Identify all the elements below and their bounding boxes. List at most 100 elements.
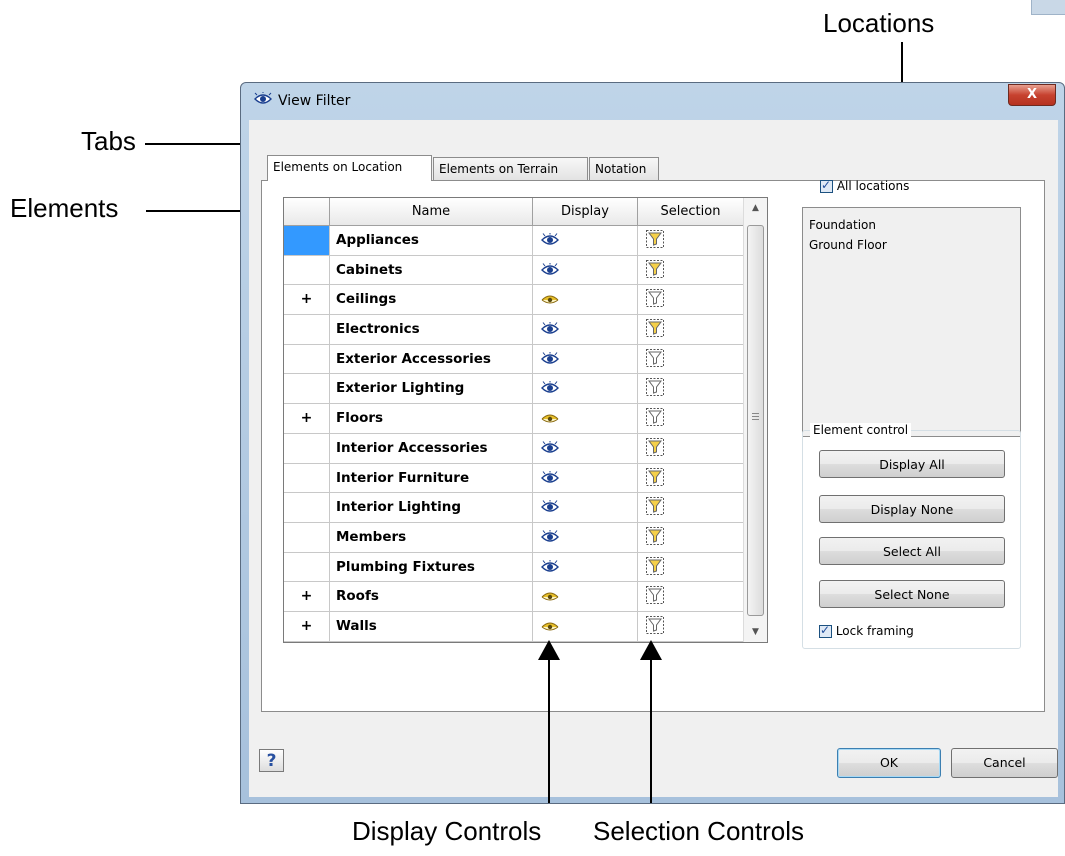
list-item[interactable]: Ground Floor bbox=[809, 235, 1014, 255]
selection-toggle[interactable] bbox=[638, 493, 744, 523]
checkbox-checked-icon[interactable] bbox=[819, 623, 832, 638]
display-toggle[interactable] bbox=[533, 463, 638, 494]
row-selector[interactable] bbox=[284, 522, 330, 553]
table-row[interactable]: Interior Lighting bbox=[284, 493, 744, 523]
expand-icon[interactable]: + bbox=[284, 582, 330, 612]
selection-toggle[interactable] bbox=[638, 374, 744, 405]
list-item[interactable]: Foundation bbox=[809, 215, 1014, 235]
row-selector[interactable] bbox=[284, 255, 330, 286]
display-toggle[interactable] bbox=[533, 552, 638, 583]
display-toggle[interactable] bbox=[533, 285, 638, 316]
display-toggle[interactable] bbox=[533, 226, 638, 256]
tab-elements-on-location[interactable]: Elements on Location bbox=[267, 155, 432, 181]
filter-on-icon[interactable] bbox=[646, 230, 664, 248]
cancel-button[interactable]: Cancel bbox=[951, 748, 1058, 778]
expand-icon[interactable]: + bbox=[284, 285, 330, 316]
selection-toggle[interactable] bbox=[638, 255, 744, 286]
row-selector[interactable] bbox=[284, 226, 330, 256]
table-row[interactable]: Interior Accessories bbox=[284, 433, 744, 464]
table-row[interactable]: + Ceilings bbox=[284, 285, 744, 316]
display-toggle[interactable] bbox=[533, 493, 638, 523]
table-row[interactable]: Plumbing Fixtures bbox=[284, 552, 744, 583]
locations-list[interactable]: Foundation Ground Floor bbox=[802, 207, 1021, 437]
display-all-button[interactable]: Display All bbox=[819, 450, 1005, 478]
display-toggle[interactable] bbox=[533, 611, 638, 642]
eye-icon[interactable] bbox=[541, 436, 559, 453]
selection-toggle[interactable] bbox=[638, 552, 744, 583]
eye-icon[interactable] bbox=[541, 258, 559, 275]
selection-toggle[interactable] bbox=[638, 404, 744, 434]
filter-off-icon[interactable] bbox=[646, 289, 664, 308]
eye-partial-icon[interactable] bbox=[541, 614, 559, 631]
close-button[interactable]: X bbox=[1008, 84, 1056, 106]
scroll-down-icon[interactable]: ▼ bbox=[744, 622, 767, 642]
filter-off-icon[interactable] bbox=[646, 586, 664, 605]
filter-on-icon[interactable] bbox=[646, 259, 664, 278]
all-locations-checkbox[interactable]: All locations bbox=[820, 178, 909, 193]
help-button[interactable]: ? bbox=[259, 749, 284, 772]
eye-icon[interactable] bbox=[541, 317, 559, 334]
filter-on-icon[interactable] bbox=[646, 319, 664, 338]
filter-off-icon[interactable] bbox=[646, 615, 664, 634]
eye-icon[interactable] bbox=[541, 347, 559, 364]
expand-icon[interactable]: + bbox=[284, 404, 330, 434]
eye-icon[interactable] bbox=[541, 555, 559, 572]
table-row[interactable]: + Floors bbox=[284, 404, 744, 434]
eye-partial-icon[interactable] bbox=[541, 584, 559, 601]
selection-toggle[interactable] bbox=[638, 344, 744, 375]
checkbox-checked-icon[interactable] bbox=[820, 178, 833, 193]
filter-on-icon[interactable] bbox=[646, 556, 664, 575]
display-toggle[interactable] bbox=[533, 344, 638, 375]
table-row[interactable]: Cabinets bbox=[284, 255, 744, 286]
eye-icon[interactable] bbox=[541, 525, 559, 542]
selection-toggle[interactable] bbox=[638, 611, 744, 642]
display-none-button[interactable]: Display None bbox=[819, 495, 1005, 523]
display-toggle[interactable] bbox=[533, 433, 638, 464]
filter-off-icon[interactable] bbox=[646, 378, 664, 397]
row-selector[interactable] bbox=[284, 552, 330, 583]
table-row[interactable]: + Roofs bbox=[284, 582, 744, 612]
display-toggle[interactable] bbox=[533, 404, 638, 434]
header-selection[interactable]: Selection bbox=[638, 198, 744, 226]
table-row[interactable]: Electronics bbox=[284, 315, 744, 345]
eye-partial-icon[interactable] bbox=[541, 406, 559, 423]
selection-toggle[interactable] bbox=[638, 315, 744, 345]
display-toggle[interactable] bbox=[533, 522, 638, 553]
table-row[interactable]: + Walls bbox=[284, 611, 744, 642]
row-selector[interactable] bbox=[284, 315, 330, 345]
eye-icon[interactable] bbox=[541, 376, 559, 394]
filter-on-icon[interactable] bbox=[646, 497, 664, 516]
display-toggle[interactable] bbox=[533, 374, 638, 405]
eye-icon[interactable] bbox=[541, 495, 559, 512]
header-display[interactable]: Display bbox=[533, 198, 638, 226]
filter-off-icon[interactable] bbox=[646, 348, 664, 367]
row-selector[interactable] bbox=[284, 433, 330, 464]
table-row[interactable]: Members bbox=[284, 522, 744, 553]
expand-icon[interactable]: + bbox=[284, 611, 330, 642]
table-row[interactable]: Interior Furniture bbox=[284, 463, 744, 494]
ok-button[interactable]: OK bbox=[837, 748, 941, 778]
eye-icon[interactable] bbox=[541, 466, 559, 483]
row-selector[interactable] bbox=[284, 374, 330, 405]
row-selector[interactable] bbox=[284, 463, 330, 494]
display-toggle[interactable] bbox=[533, 582, 638, 612]
table-row[interactable]: Exterior Accessories bbox=[284, 344, 744, 375]
row-selector[interactable] bbox=[284, 344, 330, 375]
scroll-thumb[interactable] bbox=[747, 225, 764, 616]
selection-toggle[interactable] bbox=[638, 463, 744, 494]
filter-on-icon[interactable] bbox=[646, 526, 664, 545]
table-row[interactable]: Appliances bbox=[284, 226, 744, 256]
lock-framing-checkbox[interactable]: Lock framing bbox=[819, 623, 914, 638]
tab-notation[interactable]: Notation bbox=[589, 157, 659, 180]
filter-on-icon[interactable] bbox=[646, 437, 664, 456]
selection-toggle[interactable] bbox=[638, 433, 744, 464]
select-none-button[interactable]: Select None bbox=[819, 580, 1005, 608]
table-row[interactable]: Exterior Lighting bbox=[284, 374, 744, 405]
tab-elements-on-terrain[interactable]: Elements on Terrain bbox=[433, 157, 588, 180]
scroll-up-icon[interactable]: ▲ bbox=[744, 198, 767, 218]
grid-scrollbar[interactable]: ▲ ▼ bbox=[743, 198, 767, 642]
eye-icon[interactable] bbox=[541, 228, 559, 245]
selection-toggle[interactable] bbox=[638, 226, 744, 256]
filter-off-icon[interactable] bbox=[646, 408, 664, 427]
header-name[interactable]: Name bbox=[330, 198, 533, 226]
